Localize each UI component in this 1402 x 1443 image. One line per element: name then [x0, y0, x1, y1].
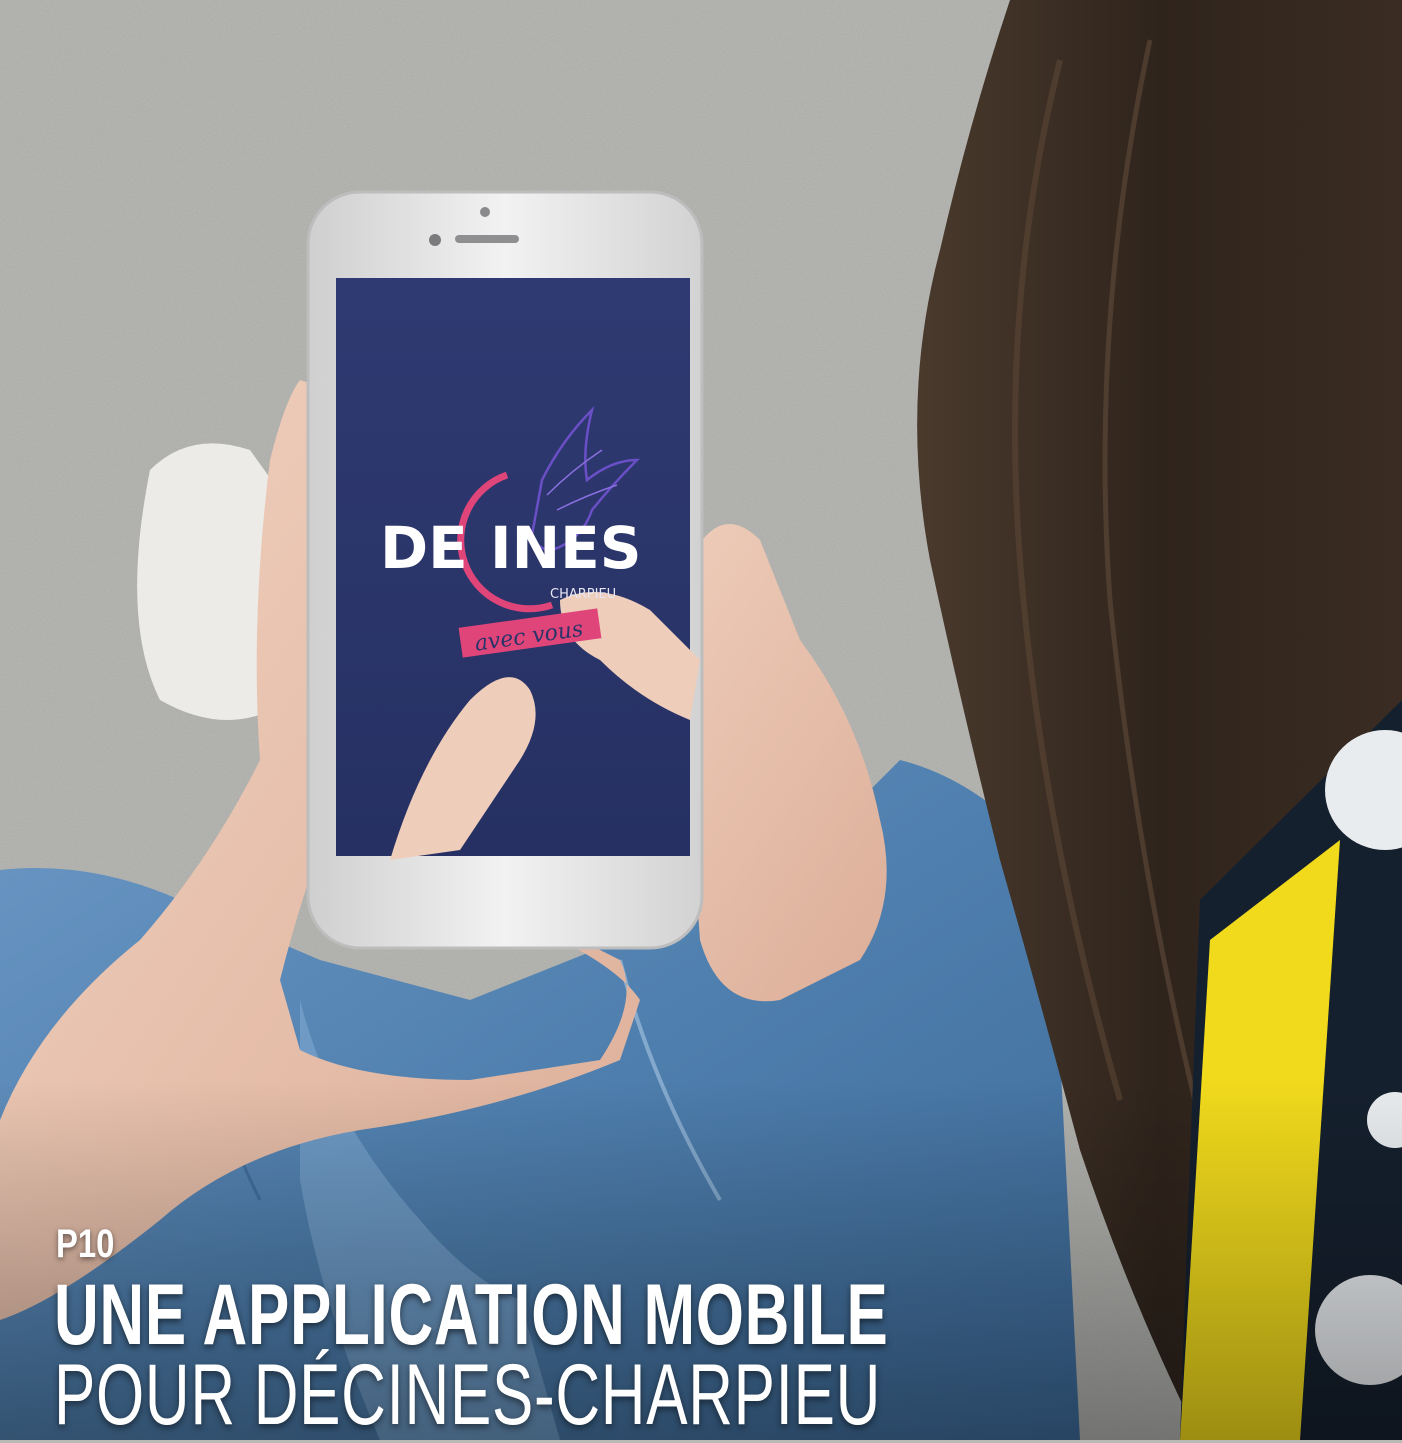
decines-app-logo: DE INES CHARPIEU avec vous: [380, 405, 642, 658]
logo-word-left: DE: [380, 514, 468, 582]
headline: UNE APPLICATION MOBILE: [54, 1267, 889, 1363]
logo-small-text: CHARPIEU: [550, 587, 616, 602]
page-number-label: P10: [56, 1222, 115, 1266]
photo-scene: [0, 0, 1402, 1440]
subheadline: POUR DÉCINES-CHARPIEU: [54, 1347, 882, 1443]
logo-word-right: INES: [490, 514, 642, 582]
